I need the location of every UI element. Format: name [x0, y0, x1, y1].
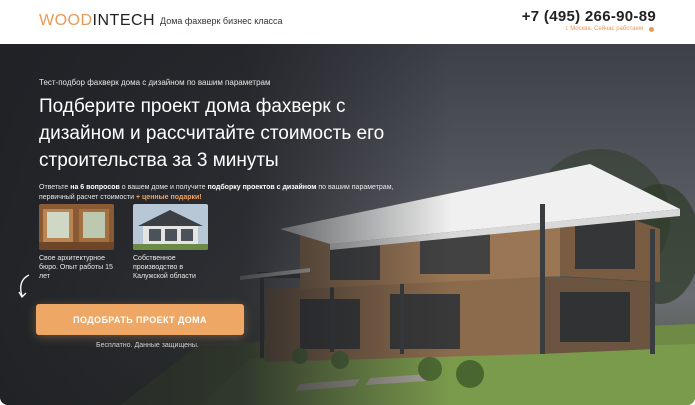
curved-arrow-icon: [18, 274, 30, 299]
hero-pretitle: Тест-подбор фахверк дома с дизайном по в…: [39, 78, 271, 87]
feature-architecture-caption: Свое архитектурное бюро. Опыт работы 15 …: [39, 255, 113, 280]
desc-gift-highlight: + ценные подарки!: [135, 194, 202, 201]
site-header: WOODINTECH Дома фахверк бизнес класса +7…: [0, 0, 695, 44]
logo[interactable]: WOODINTECH: [39, 12, 155, 30]
feature-production-caption: Собственное производство в Калужской обл…: [133, 255, 196, 280]
privacy-note: Бесплатно. Данные защищены.: [96, 342, 199, 349]
header-tagline: Дома фахверк бизнес класса: [160, 16, 283, 26]
feature-production: Собственное производство в Калужской обл…: [133, 204, 208, 281]
hero-description: Ответьте на 6 вопросов о вашем доме и по…: [39, 183, 429, 203]
feature-production-image: [133, 204, 208, 250]
hero-title: Подберите проект дома фахверк с дизайном…: [39, 96, 385, 171]
phone-number[interactable]: +7 (495) 266-90-89: [522, 8, 656, 25]
dot-icon: [649, 27, 654, 32]
desc-text-2: о вашем доме и получите: [119, 184, 208, 191]
desc-text-1: Ответьте: [39, 184, 71, 191]
logo-intech: INTECH: [92, 12, 156, 29]
hero-section: Тест-подбор фахверк дома с дизайном по в…: [0, 44, 695, 405]
desc-bold-2: подборку проектов с дизайном: [207, 184, 317, 191]
city-status: г. Москва. Сейчас работаем: [565, 26, 643, 32]
feature-architecture-image: [39, 204, 114, 250]
logo-wood: WOOD: [39, 12, 93, 29]
select-project-button[interactable]: ПОДОБРАТЬ ПРОЕКТ ДОМА: [36, 304, 244, 335]
feature-architecture: Свое архитектурное бюро. Опыт работы 15 …: [39, 204, 114, 281]
desc-bold-1: на 6 вопросов: [70, 184, 120, 191]
